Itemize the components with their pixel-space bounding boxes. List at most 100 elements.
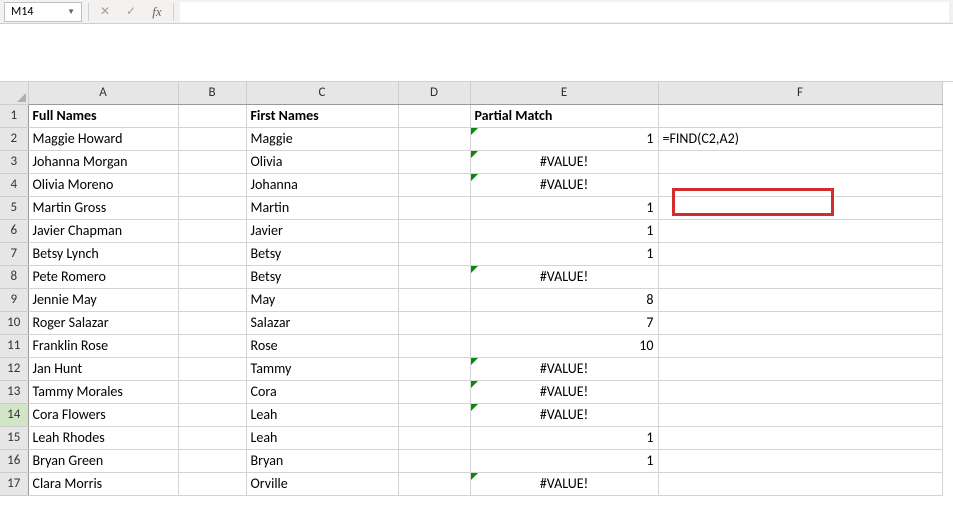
cell[interactable]: Jennie May: [28, 288, 178, 311]
cell[interactable]: [178, 357, 246, 380]
cell[interactable]: [658, 288, 942, 311]
cell[interactable]: [658, 357, 942, 380]
cell[interactable]: Orville: [246, 472, 398, 495]
cell[interactable]: Olivia Moreno: [28, 173, 178, 196]
cell[interactable]: [398, 403, 470, 426]
cell[interactable]: Salazar: [246, 311, 398, 334]
cell[interactable]: Tammy: [246, 357, 398, 380]
row-header[interactable]: 1: [0, 104, 28, 127]
cell[interactable]: [658, 472, 942, 495]
cell[interactable]: #VALUE!: [470, 472, 658, 495]
cell[interactable]: [658, 334, 942, 357]
cell[interactable]: [398, 104, 470, 127]
col-header-B[interactable]: B: [178, 82, 246, 104]
cell[interactable]: [658, 403, 942, 426]
cell[interactable]: [178, 265, 246, 288]
cell[interactable]: [398, 426, 470, 449]
row-header[interactable]: 8: [0, 265, 28, 288]
cell[interactable]: [178, 242, 246, 265]
cell[interactable]: [658, 426, 942, 449]
cell[interactable]: Tammy Morales: [28, 380, 178, 403]
row-header[interactable]: 14: [0, 403, 28, 426]
cell[interactable]: Leah: [246, 426, 398, 449]
cell[interactable]: [178, 104, 246, 127]
cell[interactable]: Cora: [246, 380, 398, 403]
cell[interactable]: 1: [470, 242, 658, 265]
confirm-formula-icon[interactable]: ✓: [121, 2, 141, 22]
cell[interactable]: [178, 472, 246, 495]
cell[interactable]: [178, 196, 246, 219]
cell[interactable]: [178, 380, 246, 403]
cell[interactable]: #VALUE!: [470, 173, 658, 196]
col-header-E[interactable]: E: [470, 82, 658, 104]
row-header[interactable]: 6: [0, 219, 28, 242]
cell[interactable]: [178, 403, 246, 426]
cell[interactable]: [658, 449, 942, 472]
cell[interactable]: [178, 334, 246, 357]
cell[interactable]: Rose: [246, 334, 398, 357]
cell[interactable]: [398, 173, 470, 196]
cell[interactable]: 7: [470, 311, 658, 334]
cell[interactable]: [658, 173, 942, 196]
cell[interactable]: #VALUE!: [470, 380, 658, 403]
cell[interactable]: [658, 242, 942, 265]
cell[interactable]: Martin Gross: [28, 196, 178, 219]
cell[interactable]: Jan Hunt: [28, 357, 178, 380]
cell[interactable]: [398, 219, 470, 242]
spreadsheet-grid[interactable]: A B C D E F 1Full NamesFirst NamesPartia…: [0, 82, 943, 496]
row-header[interactable]: 17: [0, 472, 28, 495]
cell[interactable]: 1: [470, 426, 658, 449]
col-header-A[interactable]: A: [28, 82, 178, 104]
cell[interactable]: 10: [470, 334, 658, 357]
cell[interactable]: [398, 265, 470, 288]
cell[interactable]: Bryan Green: [28, 449, 178, 472]
row-header[interactable]: 15: [0, 426, 28, 449]
row-header[interactable]: 7: [0, 242, 28, 265]
cell[interactable]: #VALUE!: [470, 403, 658, 426]
fx-icon[interactable]: fx: [147, 2, 167, 22]
cell[interactable]: Cora Flowers: [28, 403, 178, 426]
row-header[interactable]: 4: [0, 173, 28, 196]
cell[interactable]: [178, 426, 246, 449]
row-header[interactable]: 3: [0, 150, 28, 173]
cell[interactable]: [398, 288, 470, 311]
cell[interactable]: Johanna: [246, 173, 398, 196]
cell[interactable]: [398, 357, 470, 380]
cell[interactable]: Maggie Howard: [28, 127, 178, 150]
cell[interactable]: Maggie: [246, 127, 398, 150]
row-header[interactable]: 13: [0, 380, 28, 403]
row-header[interactable]: 5: [0, 196, 28, 219]
row-header[interactable]: 10: [0, 311, 28, 334]
cell[interactable]: May: [246, 288, 398, 311]
cell[interactable]: Partial Match: [470, 104, 658, 127]
cell[interactable]: Betsy: [246, 242, 398, 265]
cell[interactable]: Pete Romero: [28, 265, 178, 288]
cell[interactable]: #VALUE!: [470, 357, 658, 380]
cell[interactable]: 1: [470, 449, 658, 472]
cell[interactable]: [398, 380, 470, 403]
row-header[interactable]: 2: [0, 127, 28, 150]
cancel-formula-icon[interactable]: ✕: [95, 2, 115, 22]
cell[interactable]: [398, 334, 470, 357]
cell[interactable]: Leah Rhodes: [28, 426, 178, 449]
cell[interactable]: [658, 104, 942, 127]
cell[interactable]: Martin: [246, 196, 398, 219]
cell[interactable]: Full Names: [28, 104, 178, 127]
chevron-down-icon[interactable]: ▼: [67, 7, 75, 17]
cell[interactable]: =FIND(C2,A2): [658, 127, 942, 150]
cell[interactable]: [178, 127, 246, 150]
cell[interactable]: [398, 242, 470, 265]
cell[interactable]: Leah: [246, 403, 398, 426]
cell[interactable]: [178, 311, 246, 334]
cell[interactable]: Bryan: [246, 449, 398, 472]
cell[interactable]: Olivia: [246, 150, 398, 173]
cell[interactable]: [658, 311, 942, 334]
cell[interactable]: [658, 196, 942, 219]
cell[interactable]: 1: [470, 196, 658, 219]
col-header-D[interactable]: D: [398, 82, 470, 104]
cell[interactable]: #VALUE!: [470, 265, 658, 288]
cell[interactable]: Franklin Rose: [28, 334, 178, 357]
cell[interactable]: [178, 449, 246, 472]
cell[interactable]: [178, 150, 246, 173]
row-header[interactable]: 9: [0, 288, 28, 311]
